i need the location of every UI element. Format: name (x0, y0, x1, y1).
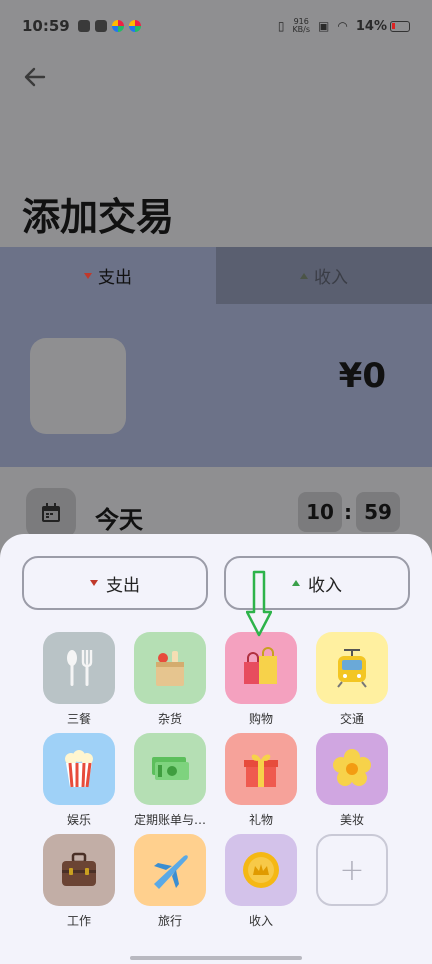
utensils-icon (43, 632, 115, 704)
amount-display[interactable]: ¥0 (339, 356, 386, 396)
category-placeholder[interactable] (30, 338, 126, 434)
shopping-bags-icon (225, 632, 297, 704)
income-marker-icon (292, 580, 300, 586)
tab-expense[interactable]: 支出 (0, 247, 216, 304)
category-entertainment[interactable]: 娱乐 (34, 733, 124, 828)
status-bar: 10:59 ▯ 916 KB/s ▣ ◠ 14% (0, 0, 432, 52)
coin-icon (225, 834, 297, 906)
add-category-button[interactable]: + (307, 834, 397, 906)
page-title: 添加交易 (22, 195, 175, 239)
category-income[interactable]: 收入 (216, 834, 306, 929)
category-bottom-sheet: 支出 收入 三餐 杂货 购物 交通 娱乐 定期账单与… 礼物 美妆 工作 旅行 … (0, 534, 432, 964)
expense-marker-icon (90, 580, 98, 586)
app-icon (111, 20, 124, 32)
app-icon-2 (128, 20, 141, 32)
category-grocery[interactable]: 杂货 (125, 632, 215, 727)
category-work[interactable]: 工作 (34, 834, 124, 929)
tram-icon (316, 632, 388, 704)
battery-icon (390, 20, 410, 32)
sim-icon: ▣ (318, 19, 330, 33)
calendar-icon[interactable] (26, 488, 76, 538)
category-shopping[interactable]: 购物 (216, 632, 306, 727)
briefcase-icon (43, 834, 115, 906)
income-marker-icon (300, 272, 308, 279)
battery: 14% (356, 19, 410, 34)
category-transport[interactable]: 交通 (307, 632, 397, 727)
status-time: 10:59 (22, 17, 70, 35)
category-meals[interactable]: 三餐 (34, 632, 124, 727)
time-separator: : (344, 500, 352, 524)
category-gift[interactable]: 礼物 (216, 733, 306, 828)
hint-arrow-icon (246, 570, 272, 637)
net-speed: 916 KB/s (292, 17, 311, 34)
amount-panel: ¥0 (0, 304, 432, 467)
category-beauty[interactable]: 美妆 (307, 733, 397, 828)
sheet-tab-expense[interactable]: 支出 (22, 556, 208, 610)
gift-icon (225, 733, 297, 805)
hour-field[interactable]: 10 (298, 492, 342, 532)
category-recurring-bills[interactable]: 定期账单与… (125, 733, 215, 828)
minute-field[interactable]: 59 (356, 492, 400, 532)
money-stack-icon (134, 733, 206, 805)
back-arrow-icon[interactable] (20, 62, 50, 92)
vibrate-icon: ▯ (277, 19, 285, 33)
popcorn-icon (43, 733, 115, 805)
expense-marker-icon (84, 272, 92, 279)
grocery-bag-icon (134, 632, 206, 704)
flower-icon (316, 733, 388, 805)
tab-income[interactable]: 收入 (216, 247, 432, 304)
category-travel[interactable]: 旅行 (125, 834, 215, 929)
plus-icon: + (316, 834, 388, 906)
home-indicator[interactable] (130, 956, 302, 960)
date-label[interactable]: 今天 (95, 500, 143, 535)
airplane-icon (134, 834, 206, 906)
wifi-icon: ◠ (337, 19, 348, 33)
transaction-type-tabs: 支出 收入 (0, 247, 432, 304)
message-icon (94, 20, 107, 32)
notification-icon (77, 20, 90, 32)
